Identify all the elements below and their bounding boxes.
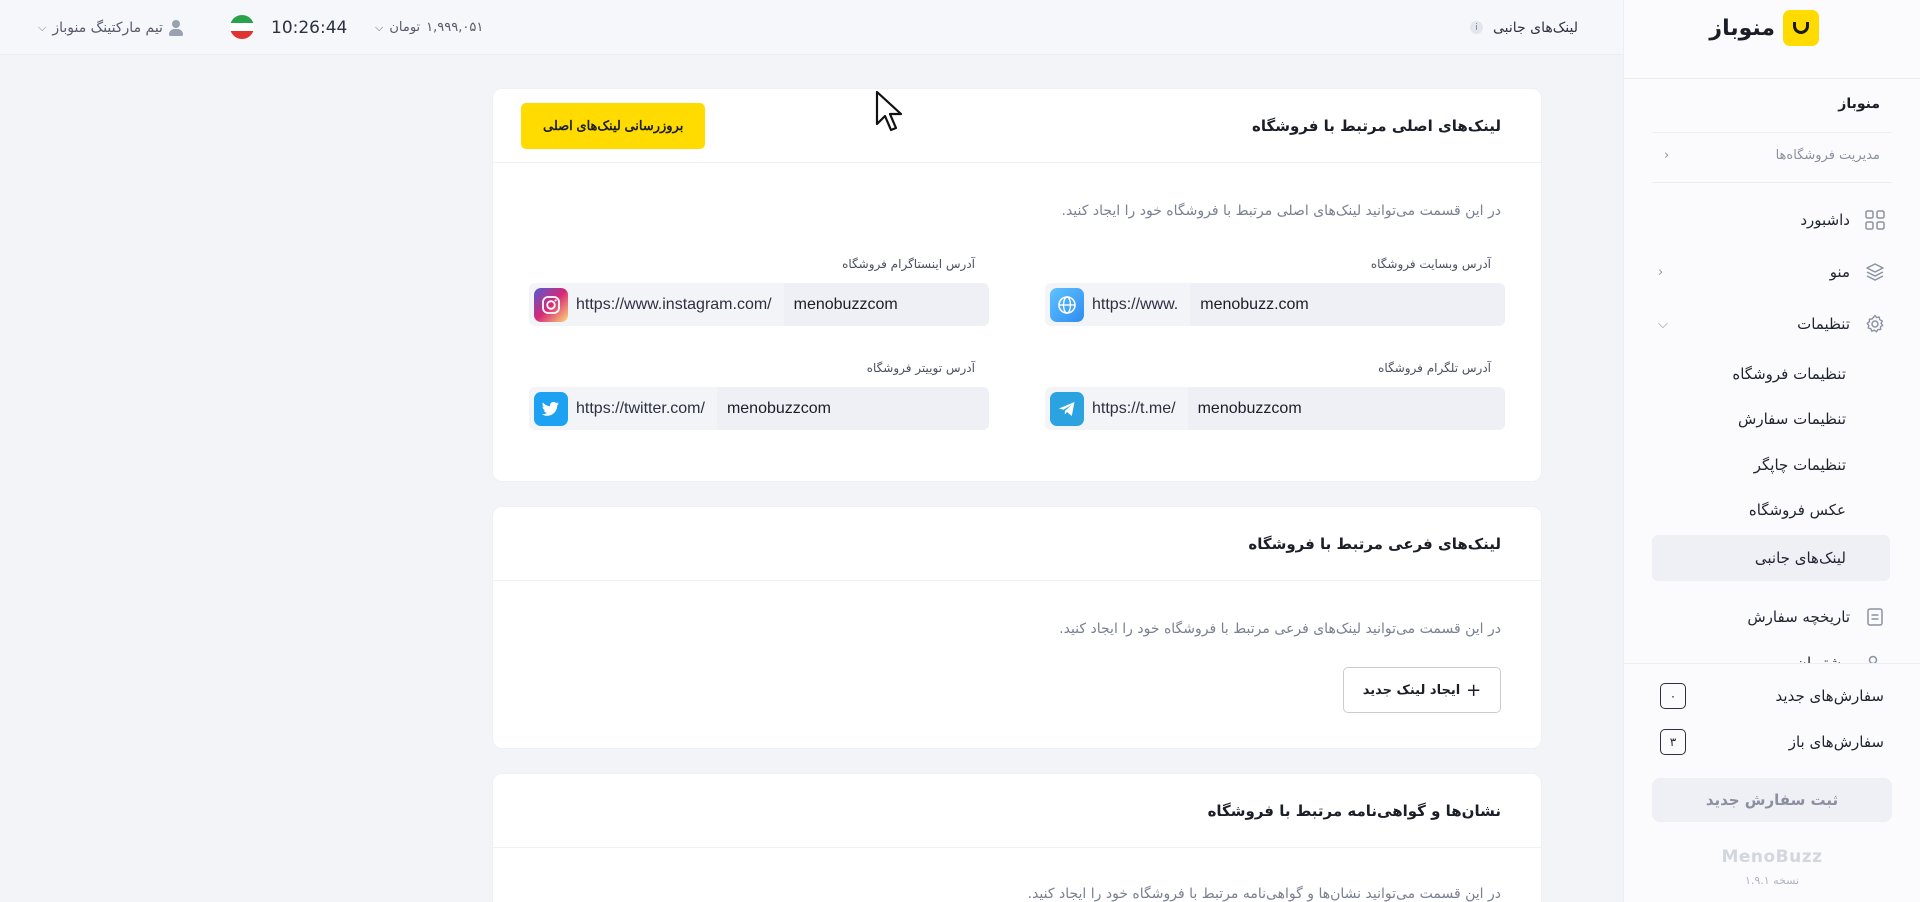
organization-name: منوباز <box>1838 96 1880 112</box>
sidebar-subitem-label: عکس فروشگاه <box>1748 501 1846 519</box>
sidebar-subitem-label: لینک‌های جانبی <box>1754 549 1846 567</box>
manage-stores-link[interactable]: مدیریت فروشگاه‌ها ‹ <box>1664 148 1880 163</box>
twitter-field[interactable]: https://twitter.com/ menobuzzcom <box>529 387 989 430</box>
sidebar-subitem-label: تنظیمات چاپگر <box>1753 456 1846 474</box>
open-orders-count: ۳ <box>1660 729 1686 755</box>
sub-links-description: در این قسمت می‌توانید لینک‌های فرعی مرتب… <box>1059 621 1501 637</box>
chevron-left-icon: ‹ <box>1664 148 1670 163</box>
balance-menu[interactable]: ⌵ تومان ۱,۹۹۹,۰۵۱ <box>375 0 483 55</box>
telegram-icon <box>1050 391 1084 426</box>
main-links-title: لینک‌های اصلی مرتبط با فروشگاه <box>1252 116 1501 135</box>
user-menu[interactable]: ⌵ تیم مارکتینگ منوباز <box>38 0 183 55</box>
card-header: نشان‌ها و گواهی‌نامه مرتبط با فروشگاه <box>493 774 1541 848</box>
main-links-card: لینک‌های اصلی مرتبط با فروشگاه بروزرسانی… <box>492 88 1542 482</box>
instagram-input[interactable]: menobuzzcom <box>783 283 989 326</box>
create-link-label: ایجاد لینک جدید <box>1362 682 1461 698</box>
sidebar-subitem-label: تنظیمات سفارش <box>1738 410 1846 428</box>
brand[interactable]: منوباز <box>1709 10 1819 46</box>
telegram-label: آدرس تلگرام فروشگاه <box>1378 361 1491 375</box>
chevron-left-icon: ‹ <box>1658 264 1664 280</box>
sidebar-subitem-store-settings[interactable]: تنظیمات فروشگاه <box>1652 354 1846 394</box>
sidebar-subitem-label: تنظیمات فروشگاه <box>1732 365 1846 383</box>
sub-links-card: لینک‌های فرعی مرتبط با فروشگاه در این قس… <box>492 506 1542 749</box>
brand-name: منوباز <box>1709 15 1775 41</box>
website-field[interactable]: https://www. menobuzz.com <box>1045 283 1505 326</box>
sidebar-item-dashboard[interactable]: داشبورد <box>1658 200 1886 240</box>
chevron-down-icon: ⌵ <box>1658 316 1668 332</box>
sidebar-item-settings[interactable]: تنظیمات ⌵ <box>1658 304 1886 344</box>
sidebar-subitem-side-links[interactable]: لینک‌های جانبی <box>1652 535 1890 581</box>
plus-icon: + <box>1466 679 1482 701</box>
divider <box>1652 182 1892 183</box>
balance-value: ۱,۹۹۹,۰۵۱ <box>426 20 484 35</box>
sidebar-subitem-printer-settings[interactable]: تنظیمات چاپگر <box>1652 445 1846 485</box>
website-prefix: https://www. <box>1092 295 1179 313</box>
currency-label: تومان <box>389 20 421 35</box>
instagram-icon <box>534 287 568 322</box>
card-header: لینک‌های اصلی مرتبط با فروشگاه بروزرسانی… <box>493 89 1541 163</box>
sidebar-subitem-store-photo[interactable]: عکس فروشگاه <box>1652 490 1846 530</box>
twitter-input[interactable]: menobuzzcom <box>716 387 989 430</box>
sidebar-item-menu[interactable]: منو ‹ <box>1658 252 1886 292</box>
open-orders-row[interactable]: سفارش‌های باز ۳ <box>1660 728 1884 756</box>
new-orders-row[interactable]: سفارش‌های جدید ۰ <box>1660 682 1884 710</box>
mouse-cursor-icon <box>875 90 903 132</box>
card-header: لینک‌های فرعی مرتبط با فروشگاه <box>493 507 1541 581</box>
main-links-description: در این قسمت می‌توانید لینک‌های اصلی مرتب… <box>1061 203 1502 219</box>
sidebar: منوباز منوباز مدیریت فروشگاه‌ها ‹ داشبور… <box>1623 0 1920 902</box>
sidebar-footer: سفارش‌های جدید ۰ سفارش‌های باز ۳ ثبت سفا… <box>1624 663 1920 902</box>
top-bar: ⌵ تیم مارکتینگ منوباز 10:26:44 ⌵ تومان ۱… <box>0 0 1623 55</box>
create-link-button[interactable]: + ایجاد لینک جدید <box>1343 667 1501 713</box>
telegram-input[interactable]: menobuzzcom <box>1187 387 1505 430</box>
instagram-label: آدرس اینستاگرام فروشگاه <box>842 257 975 271</box>
badges-card: نشان‌ها و گواهی‌نامه مرتبط با فروشگاه در… <box>492 773 1542 902</box>
badges-description: در این قسمت می‌توانید نشان‌ها و گواهی‌نا… <box>1027 886 1501 902</box>
twitter-label: آدرس توییتر فروشگاه <box>866 361 975 375</box>
divider <box>1624 78 1920 79</box>
telegram-field[interactable]: https://t.me/ menobuzzcom <box>1045 387 1505 430</box>
divider <box>1652 132 1892 133</box>
website-label: آدرس وبسایت فروشگاه <box>1370 257 1491 271</box>
user-icon <box>168 19 183 36</box>
menobuzz-footer-logo: MenoBuzz <box>1721 847 1823 867</box>
badges-title: نشان‌ها و گواهی‌نامه مرتبط با فروشگاه <box>1207 801 1501 820</box>
update-main-links-button[interactable]: بروزرسانی لینک‌های اصلی <box>521 102 706 149</box>
telegram-prefix: https://t.me/ <box>1092 399 1176 417</box>
sidebar-item-label: داشبورد <box>1800 211 1850 229</box>
manage-stores-label: مدیریت فروشگاه‌ها <box>1775 148 1880 163</box>
chevron-down-icon: ⌵ <box>375 20 384 34</box>
version-label: نسخه ۱.۹.۱ <box>1744 874 1800 887</box>
user-name: تیم مارکتینگ منوباز <box>52 19 163 36</box>
page-title: i لینک‌های جانبی <box>1470 0 1578 55</box>
sidebar-item-label: منو <box>1829 263 1850 281</box>
chevron-down-icon: ⌵ <box>38 20 47 34</box>
twitter-prefix: https://twitter.com/ <box>576 399 705 417</box>
sidebar-item-label: تنظیمات <box>1797 315 1850 333</box>
menobuzz-logo-icon <box>1783 10 1819 46</box>
new-order-button[interactable]: ثبت سفارش جدید <box>1652 778 1892 822</box>
layers-icon <box>1864 261 1886 283</box>
sidebar-subitem-order-settings[interactable]: تنظیمات سفارش <box>1652 399 1846 439</box>
dashboard-grid-icon <box>1864 209 1886 231</box>
instagram-prefix: https://www.instagram.com/ <box>576 295 772 313</box>
iran-flag-icon <box>230 15 254 39</box>
sidebar-item-order-history[interactable]: تاریخچه سفارش <box>1658 597 1886 637</box>
instagram-field[interactable]: https://www.instagram.com/ menobuzzcom <box>529 283 989 326</box>
gear-icon <box>1864 313 1886 335</box>
globe-icon <box>1050 287 1084 322</box>
page-title-text: لینک‌های جانبی <box>1493 19 1579 36</box>
sub-links-title: لینک‌های فرعی مرتبط با فروشگاه <box>1248 534 1501 553</box>
document-icon <box>1864 606 1886 628</box>
website-input[interactable]: menobuzz.com <box>1190 283 1505 326</box>
new-orders-label: سفارش‌های جدید <box>1775 687 1884 705</box>
twitter-bird-icon <box>534 391 568 426</box>
sidebar-item-label: تاریخچه سفارش <box>1747 608 1850 626</box>
open-orders-label: سفارش‌های باز <box>1788 733 1884 751</box>
clock: 10:26:44 <box>271 17 348 38</box>
new-orders-count: ۰ <box>1660 683 1686 709</box>
info-icon[interactable]: i <box>1470 21 1483 34</box>
